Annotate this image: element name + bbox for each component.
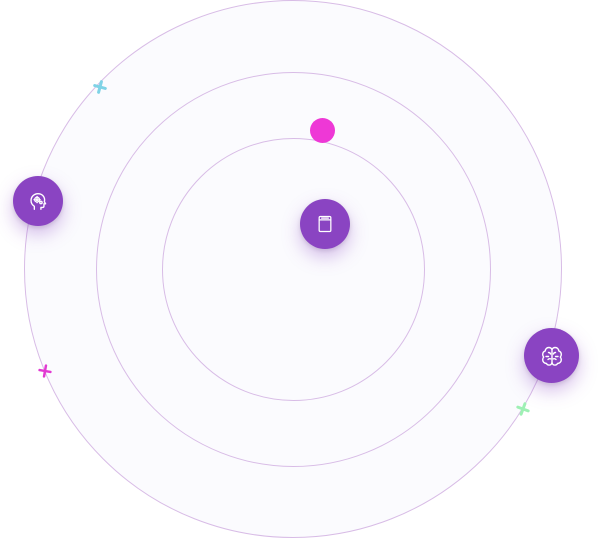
book-badge[interactable] <box>300 199 350 249</box>
brain-badge[interactable] <box>524 328 579 383</box>
plus-sparkle-icon <box>38 364 52 378</box>
head-with-gears-badge[interactable] <box>13 176 63 226</box>
head-with-gears-icon <box>27 190 49 212</box>
orbit-illustration <box>0 0 602 538</box>
book-icon <box>315 214 335 234</box>
orbit-dot <box>310 118 335 143</box>
plus-sparkle-icon <box>516 402 530 416</box>
inner-orbit-ring <box>162 138 425 401</box>
plus-sparkle-icon <box>93 80 107 94</box>
brain-icon <box>540 344 564 368</box>
